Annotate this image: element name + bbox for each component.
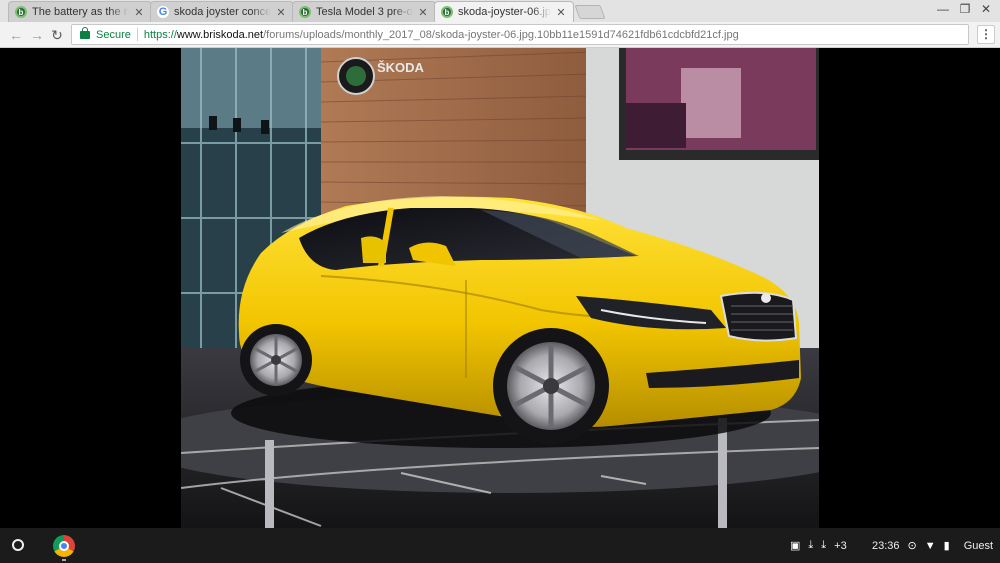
chrome-icon[interactable] — [53, 535, 75, 557]
tab-google-search[interactable]: G skoda joyster concept 2006 ✕ — [150, 1, 294, 22]
launcher-icon[interactable] — [12, 539, 24, 551]
settings-status-icon: ⊙ — [907, 540, 917, 552]
status-area[interactable]: 23:36 ⊙ ▼ ▮ Guest — [872, 528, 993, 563]
image-icon: ▣ — [790, 540, 801, 552]
back-arrow-icon[interactable]: ← — [7, 26, 25, 44]
url-host: www.briskoda.net — [176, 28, 264, 41]
menu-kebab-icon[interactable]: ⋮ — [977, 25, 995, 44]
forward-arrow-icon[interactable]: → — [28, 26, 46, 44]
restore-icon[interactable]: ❐ — [956, 2, 974, 16]
tab-title: Tesla Model 3 pre-ordering — [316, 6, 413, 18]
bsk-favicon-icon: b — [299, 6, 311, 18]
address-bar[interactable]: Secure https:// www.briskoda.net /forums… — [71, 24, 969, 45]
tab-strip: b The battery as the new fuel ✕ G skoda … — [0, 0, 1000, 22]
tab-battery[interactable]: b The battery as the new fuel ✕ — [8, 1, 152, 22]
notification-tray[interactable]: ▣ ⤓ ⤓ +3 — [786, 528, 847, 563]
download-icon: ⤓ — [821, 539, 827, 551]
minimize-icon[interactable]: — — [934, 2, 952, 16]
secure-label: Secure — [96, 28, 131, 41]
google-favicon-icon: G — [157, 6, 169, 18]
tab-title: skoda-joyster-06.jpg.10bb11e1591d74621fd… — [458, 6, 551, 18]
system-shelf: ▣ ⤓ ⤓ +3 23:36 ⊙ ▼ ▮ Guest — [0, 528, 1000, 563]
separator — [136, 28, 138, 41]
brand-text: ŠKODA — [377, 60, 425, 75]
car-photo[interactable]: ŠKODA — [181, 48, 819, 528]
browser-toolbar: ← → ↻ Secure https:// www.briskoda.net /… — [0, 22, 1000, 48]
tab-title: skoda joyster concept 2006 — [174, 6, 271, 18]
url-scheme: https:// — [143, 28, 177, 41]
reload-icon[interactable]: ↻ — [48, 26, 66, 44]
bsk-favicon-icon: b — [441, 6, 453, 18]
close-icon[interactable]: ✕ — [555, 6, 567, 19]
battery-icon: ▮ — [943, 540, 950, 552]
tab-tesla[interactable]: b Tesla Model 3 pre-ordering ✕ — [292, 1, 436, 22]
download-icon: ⤓ — [808, 539, 814, 551]
notification-count: +3 — [834, 539, 847, 552]
close-window-icon[interactable]: ✕ — [977, 2, 995, 16]
car-photo-graphic: ŠKODA — [181, 48, 819, 528]
lock-icon — [80, 26, 90, 39]
user-name: Guest — [963, 539, 994, 552]
clock: 23:36 — [872, 539, 900, 552]
running-indicator — [62, 559, 66, 561]
bsk-favicon-icon: b — [15, 6, 27, 18]
tab-title: The battery as the new fuel — [32, 6, 129, 18]
new-tab-button[interactable] — [574, 5, 606, 19]
wifi-icon: ▼ — [924, 539, 936, 552]
close-icon[interactable]: ✕ — [275, 6, 287, 19]
close-icon[interactable]: ✕ — [133, 6, 145, 19]
image-viewer: ŠKODA — [0, 48, 1000, 528]
url-path: /forums/uploads/monthly_2017_08/skoda-jo… — [263, 28, 739, 41]
tab-skoda-image[interactable]: b skoda-joyster-06.jpg.10bb11e1591d74621… — [434, 1, 574, 22]
close-icon[interactable]: ✕ — [417, 6, 429, 19]
